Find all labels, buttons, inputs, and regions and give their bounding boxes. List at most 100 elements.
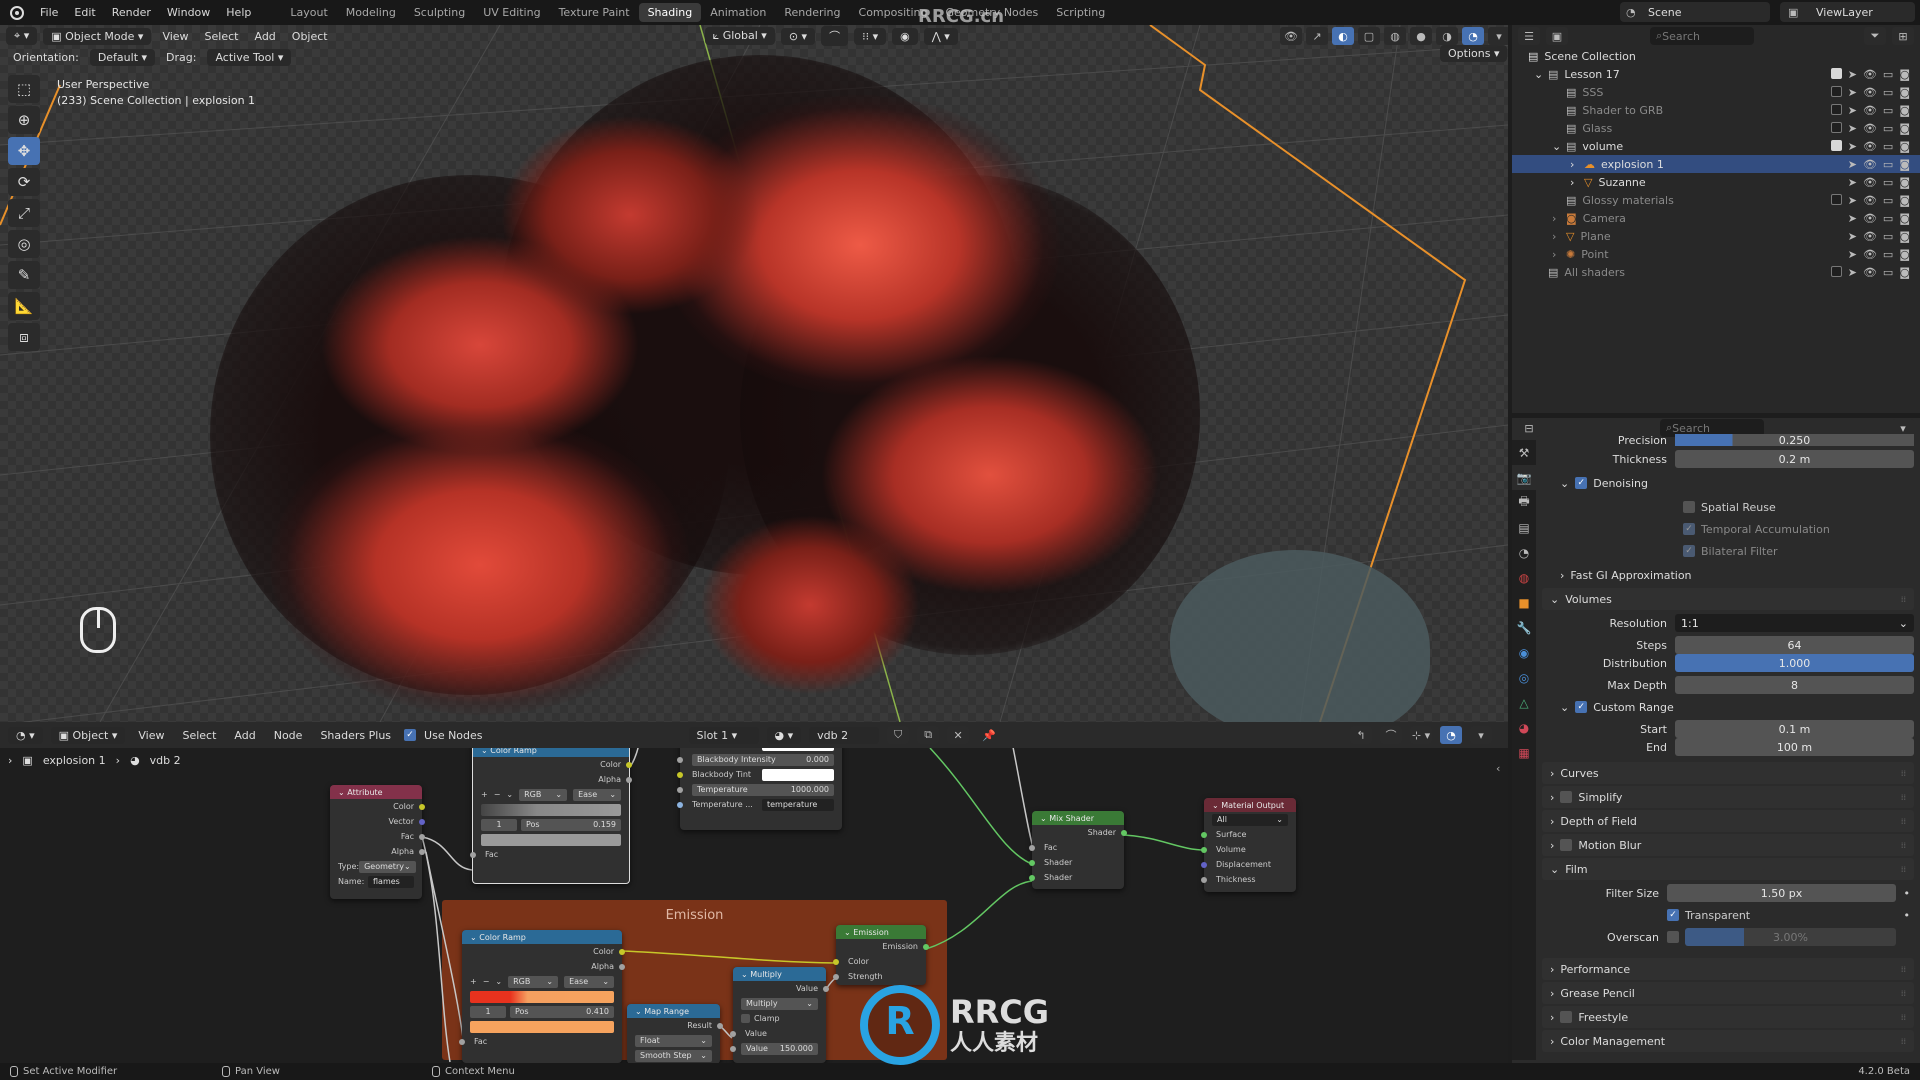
outliner-row[interactable]: ⌄ ▤ Lesson 17 ➤ 👁 ▭ ◙ (1512, 65, 1920, 83)
node-editor-type-button[interactable]: ◔ ▾ (8, 726, 43, 744)
render-camera-icon[interactable]: ◙ (1899, 230, 1910, 243)
drag-grip-icon[interactable]: ⁞⁞ (1901, 769, 1906, 778)
outliner-row[interactable]: ▤ All shaders ➤ 👁 ▭ ◙ (1512, 263, 1920, 281)
overscan-checkbox[interactable] (1667, 931, 1679, 943)
render-camera-icon[interactable]: ◙ (1899, 212, 1910, 225)
chevron-right-icon[interactable]: › (1570, 158, 1584, 171)
rendered-shading-icon[interactable]: ◔ (1462, 27, 1484, 45)
performance-panel[interactable]: › Performance ⁞⁞ (1542, 958, 1914, 980)
menu-file[interactable]: File (32, 6, 66, 19)
shader-output-socket[interactable] (1121, 829, 1127, 836)
render-camera-icon[interactable]: ◙ (1899, 194, 1910, 207)
snap-element-icon[interactable]: ⊹ ▾ (1410, 726, 1432, 744)
render-camera-icon[interactable]: ◙ (1899, 158, 1910, 171)
eye-icon[interactable]: 👁 (1863, 266, 1877, 279)
chevron-right-icon[interactable]: › (1552, 248, 1566, 261)
eye-icon[interactable]: 👁 (1863, 158, 1877, 171)
unlink-material-icon[interactable]: ✕ (947, 726, 970, 744)
tab-scripting[interactable]: Scripting (1047, 3, 1114, 22)
tab-modeling[interactable]: Modeling (337, 3, 405, 22)
data-tab-icon[interactable]: △ (1512, 690, 1536, 715)
color-output-socket[interactable] (419, 803, 425, 810)
curves-panel[interactable]: › Curves ⁞⁞ (1542, 762, 1914, 784)
slot-dropdown[interactable]: Slot 1 ▾ (688, 726, 759, 744)
render-camera-icon[interactable]: ◙ (1899, 248, 1910, 261)
breadcrumb-object[interactable]: explosion 1 (43, 754, 106, 767)
outliner-root[interactable]: ▤ Scene Collection (1512, 47, 1920, 65)
film-panel-header[interactable]: ⌄ Film ⁞⁞ (1542, 858, 1914, 880)
viewport-menu-view[interactable]: View (157, 30, 193, 43)
proportional-edit-toggle[interactable]: ◉ (892, 27, 918, 45)
render-camera-icon[interactable]: ◙ (1899, 266, 1910, 279)
alpha-output-socket[interactable] (619, 963, 625, 970)
tool-tab-icon[interactable]: ⚒ (1512, 440, 1536, 465)
input-socket[interactable] (677, 786, 683, 793)
outliner-row[interactable]: › ▽ Plane ➤ 👁 ▭ ◙ (1512, 227, 1920, 245)
pivot-point-dropdown[interactable]: ⊙ ▾ (780, 27, 816, 45)
stop-position-field[interactable]: Pos 0.159 (521, 818, 621, 831)
sidebar-toggle-icon[interactable]: ‹ (1496, 762, 1500, 775)
menu-window[interactable]: Window (159, 6, 218, 19)
viewport-monitor-icon[interactable]: ▭ (1883, 194, 1893, 207)
viewport-monitor-icon[interactable]: ▭ (1883, 176, 1893, 189)
max-depth-field[interactable]: 8 (1675, 676, 1914, 694)
menu-edit[interactable]: Edit (66, 6, 103, 19)
tab-sculpting[interactable]: Sculpting (405, 3, 474, 22)
simplify-panel[interactable]: › Simplify ⁞⁞ (1542, 786, 1914, 808)
emission-output-socket[interactable] (923, 943, 929, 950)
chevron-right-icon[interactable]: › (1552, 230, 1566, 243)
properties-editor-type-icon[interactable]: ⊟ (1518, 419, 1540, 437)
eye-icon[interactable]: 👁 (1863, 104, 1877, 117)
input-socket[interactable] (677, 771, 683, 778)
scene-tab-icon[interactable]: ◔ (1512, 540, 1536, 565)
eye-icon[interactable]: 👁 (1863, 140, 1877, 153)
fast-gi-subpanel[interactable]: › Fast GI Approximation (1542, 564, 1914, 586)
select-arrow-icon[interactable]: ➤ (1848, 122, 1857, 135)
select-arrow-icon[interactable]: ➤ (1848, 194, 1857, 207)
outliner-row[interactable]: ▤ Glass ➤ 👁 ▭ ◙ (1512, 119, 1920, 137)
tab-rendering[interactable]: Rendering (775, 3, 849, 22)
blender-logo-icon[interactable] (10, 5, 24, 20)
emission-node[interactable]: ⌄ Emission Emission Color Strength (833, 925, 929, 985)
viewport-menu-add[interactable]: Add (249, 30, 280, 43)
color-mode-dropdown[interactable]: RGB ⌄ (519, 788, 568, 801)
volumes-panel-header[interactable]: ⌄ Volumes ⁞⁞ (1542, 588, 1914, 610)
filter-size-field[interactable]: 1.50 px (1667, 884, 1896, 902)
select-arrow-icon[interactable]: ➤ (1848, 176, 1857, 189)
shading-options-dropdown[interactable]: ▾ (1488, 27, 1508, 45)
menu-render[interactable]: Render (104, 6, 159, 19)
node-menu-shaders-plus[interactable]: Shaders Plus (315, 729, 396, 742)
attribute-type-dropdown[interactable]: Geometry ⌄ (359, 860, 416, 873)
fac-input-socket[interactable] (470, 851, 476, 858)
start-field[interactable]: 0.1 m (1675, 720, 1914, 738)
value-field[interactable]: Temperature 1000.000 (692, 783, 834, 796)
physics-tab-icon[interactable]: ◎ (1512, 665, 1536, 690)
distribution-slider[interactable]: 1.000 (1675, 654, 1914, 672)
fac-input-socket[interactable] (459, 1038, 465, 1045)
color-ramp-node-2[interactable]: ⌄ Color Ramp Color Alpha + − ⌄ RGB ⌄ Ease ⌄ … (459, 930, 625, 1063)
pin-icon[interactable]: 📌 (977, 729, 1001, 742)
select-arrow-icon[interactable]: ➤ (1848, 212, 1857, 225)
temporal-accumulation-checkbox[interactable]: ✓ (1683, 523, 1695, 535)
shader-node-editor[interactable]: ◔ ▾ ▣ Object ▾ View Select Add Node Shad… (0, 722, 1508, 1063)
stop-index-field[interactable]: 1 (481, 818, 517, 831)
outliner-row[interactable]: › ☁ explosion 1 ➤ 👁 ▭ ◙ (1512, 155, 1920, 173)
options-dropdown[interactable]: Options ▾ (1440, 45, 1508, 62)
solid-shading-icon[interactable]: ● (1410, 27, 1432, 45)
snap-toggle[interactable]: ⌒ (821, 26, 849, 46)
tab-layout[interactable]: Layout (281, 3, 336, 22)
stop-position-field[interactable]: Pos 0.410 (510, 1005, 614, 1018)
tab-uv-editing[interactable]: UV Editing (474, 3, 549, 22)
render-camera-icon[interactable]: ◙ (1899, 176, 1910, 189)
map-range-node[interactable]: ⌄ Map Range Result Float ⌄ Smooth Step ⌄ (627, 1004, 723, 1063)
color-ramp-gradient[interactable] (470, 990, 614, 1003)
value-output-socket[interactable] (823, 985, 829, 992)
strength-input-socket[interactable] (833, 973, 839, 980)
attribute-name-field[interactable]: temperature (762, 798, 834, 811)
drag-grip-icon[interactable]: ⁞⁞ (1901, 1037, 1906, 1046)
outliner-row[interactable]: ▤ Glossy materials ➤ 👁 ▭ ◙ (1512, 191, 1920, 209)
stop-index-field[interactable]: 1 (470, 1005, 506, 1018)
depth-of-field-panel[interactable]: › Depth of Field ⁞⁞ (1542, 810, 1914, 832)
drag-grip-icon[interactable]: ⁞⁞ (1901, 817, 1906, 826)
outliner-row[interactable]: ▤ Shader to GRB ➤ 👁 ▭ ◙ (1512, 101, 1920, 119)
